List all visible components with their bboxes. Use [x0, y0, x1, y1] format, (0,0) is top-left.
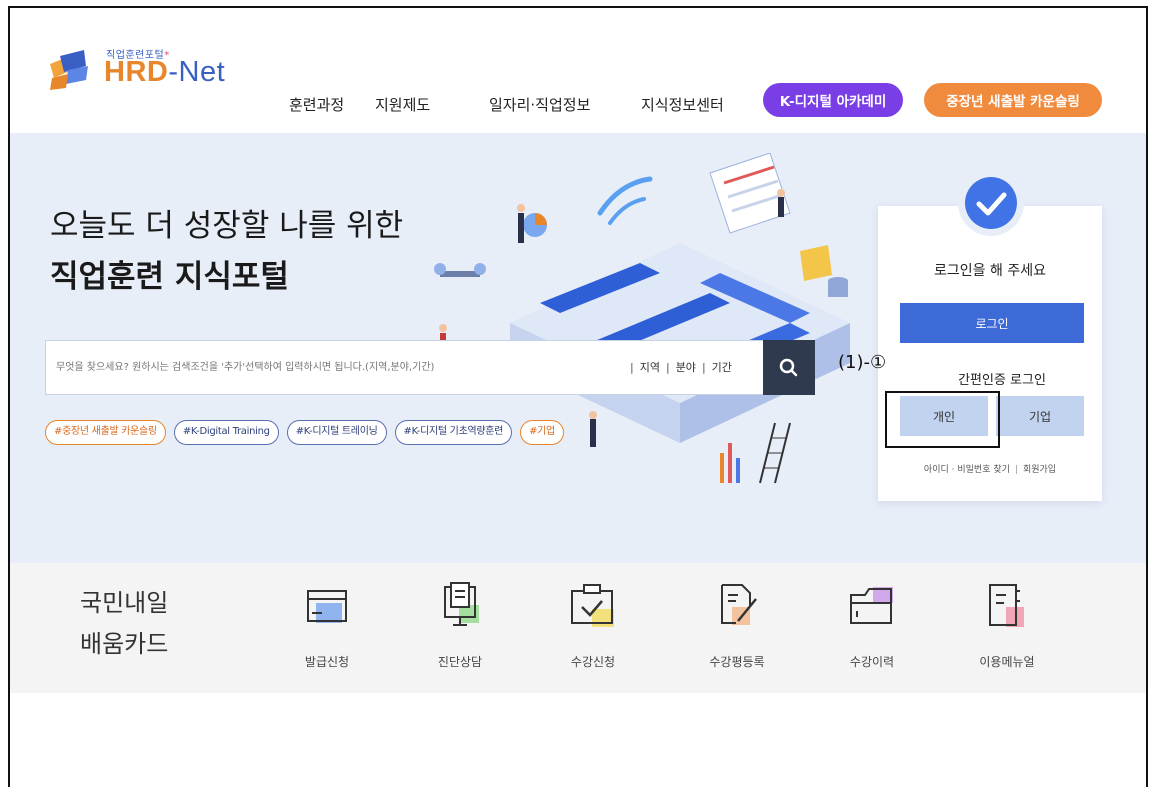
hero-banner: 오늘도 더 성장할 나를 위한 직업훈련 지식포털 무엇을 찾으세요? 원하시는…: [10, 133, 1146, 563]
easy-auth-label: 간편인증 로그인: [958, 373, 1046, 388]
document-edit-icon: [721, 584, 757, 625]
find-id-password-link[interactable]: 아이디 · 비밀번호 찾기: [924, 465, 1010, 475]
midlife-counseling-button[interactable]: 중장년 새출발 카운슬링: [924, 83, 1102, 117]
search-icon: [779, 358, 798, 376]
manual-book-icon: [989, 584, 1024, 627]
check-badge: [958, 170, 1024, 236]
menu-apply-card[interactable]: 발급신청: [282, 581, 372, 670]
filter-region[interactable]: 지역: [640, 361, 660, 374]
nav-jobs-info[interactable]: 일자리·직업정보: [489, 94, 590, 115]
tag-k-digital-basic[interactable]: #K-디지털 기초역량훈련: [394, 420, 513, 445]
hero-title-line1: 오늘도 더 성장할 나를 위한: [50, 208, 404, 244]
tag-k-digital-training-en[interactable]: #K-Digital Training: [173, 420, 279, 445]
nav-knowledge-center[interactable]: 지식정보센터: [641, 94, 724, 115]
filter-period[interactable]: 기간: [712, 361, 732, 374]
learning-card-title: 국민내일 배움카드: [80, 589, 169, 658]
clipboard-check-icon: [571, 584, 614, 627]
learning-card-menu: 국민내일 배움카드 발급신청 진단상담 수강신청 수강평등록 수강이력 이용메뉴…: [10, 563, 1146, 693]
login-prompt: 로그인을 해 주세요: [934, 263, 1046, 279]
site-header: 직업훈련포털* HRD-Net 훈련과정 지원제도 일자리·직업정보 지식정보센…: [10, 8, 1146, 133]
nav-training-courses[interactable]: 훈련과정: [289, 94, 344, 115]
easy-login-company-button[interactable]: 기업: [996, 396, 1084, 436]
login-button[interactable]: 로그인: [900, 303, 1084, 343]
menu-course-history[interactable]: 수강이력: [827, 581, 917, 670]
hero-title: 오늘도 더 성장할 나를 위한 직업훈련 지식포털: [50, 201, 403, 303]
k-digital-academy-button[interactable]: K-디지털 아카데미: [763, 83, 903, 117]
login-links: 아이디 · 비밀번호 찾기 | 회원가입: [923, 465, 1057, 475]
hashtag-list: #중장년 새출발 카운슬링 #K-Digital Training #K-디지털 트…: [45, 419, 572, 445]
logo-wordmark: HRD-Net: [104, 56, 226, 88]
nav-support-system[interactable]: 지원제도: [375, 94, 430, 115]
hrd-net-logo[interactable]: 직업훈련포털* HRD-Net: [48, 46, 248, 96]
search-input[interactable]: [56, 341, 616, 394]
search-button[interactable]: [763, 340, 815, 395]
logo-icon: [50, 50, 88, 90]
menu-consulting[interactable]: 진단상담: [415, 581, 505, 670]
tag-k-digital-training[interactable]: #K-디지털 트레이닝: [286, 420, 387, 445]
check-circle-icon: [965, 177, 1017, 229]
annotation-highlight-box: [885, 391, 1000, 448]
menu-course-review[interactable]: 수강평등록: [692, 581, 782, 670]
course-search-bar: |지역|분야|기간: [45, 340, 815, 395]
tag-midlife-counseling[interactable]: #중장년 새출발 카운슬링: [45, 420, 166, 445]
menu-user-manual[interactable]: 이용메뉴얼: [962, 581, 1052, 670]
annotation-label: (1)-①: [838, 352, 887, 373]
menu-course-enroll[interactable]: 수강신청: [548, 581, 638, 670]
monitor-icon: [444, 582, 479, 626]
tag-company[interactable]: #기업: [520, 420, 564, 445]
filter-field[interactable]: 분야: [676, 361, 696, 374]
search-filters: | 지역 | 분야 | 기간: [630, 361, 732, 374]
folder-icon: [850, 587, 893, 624]
signup-link[interactable]: 회원가입: [1023, 465, 1056, 475]
hero-title-line2: 직업훈련 지식포털: [50, 259, 289, 295]
login-panel: 로그인을 해 주세요 로그인 간편인증 로그인 개인 기업 아이디 · 비밀번호…: [878, 170, 1102, 501]
card-icon: [307, 590, 347, 623]
